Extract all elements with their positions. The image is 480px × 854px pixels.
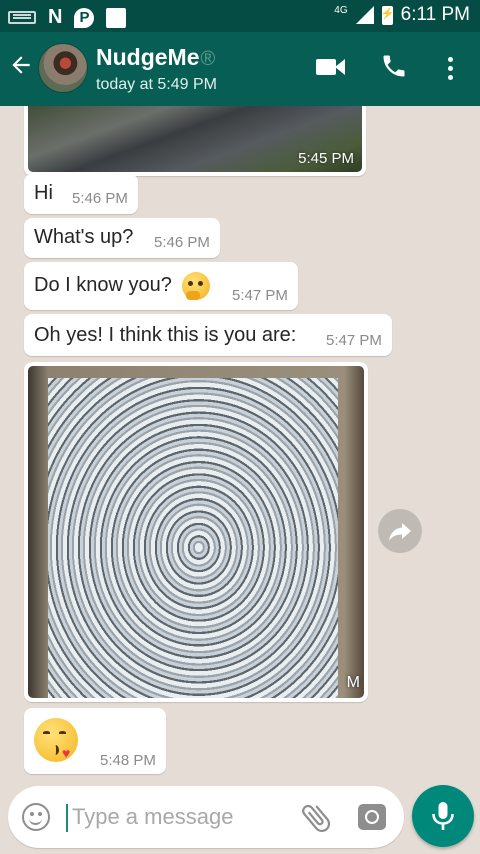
text-message[interactable]: What's up? 5:46 PM <box>24 218 220 258</box>
keyboard-icon <box>8 11 36 24</box>
video-camera-body <box>316 59 336 75</box>
message-text: What's up? <box>34 226 134 248</box>
chat-header: NudgeMe® today at 5:49 PM <box>0 32 480 106</box>
emoji-mouth <box>52 745 59 755</box>
forward-arrow-svg <box>389 523 411 541</box>
mic-button[interactable] <box>412 785 474 847</box>
more-options-icon[interactable] <box>440 52 460 84</box>
message-time: M <box>346 674 360 691</box>
phone-svg <box>383 55 405 77</box>
emoji-icon[interactable] <box>22 803 50 831</box>
last-seen: today at 5:49 PM <box>96 76 217 93</box>
voice-call-icon[interactable] <box>380 52 410 84</box>
camera-icon[interactable] <box>358 804 386 830</box>
network-type: 4G <box>334 4 348 16</box>
back-arrow-icon[interactable] <box>8 52 34 84</box>
n-icon: N <box>48 6 63 28</box>
menu-dot <box>448 66 453 71</box>
text-message[interactable]: Hi 5:46 PM <box>24 174 138 214</box>
message-text: Oh yes! I think this is you are: <box>34 324 297 346</box>
video-camera-lens <box>335 59 345 75</box>
notification-icons: N P <box>8 6 127 29</box>
battery-charging-icon <box>381 5 394 25</box>
registered-mark: ® <box>200 48 216 70</box>
message-time: 5:47 PM <box>232 287 288 304</box>
paperclip-svg <box>302 804 331 833</box>
spiral-image <box>48 378 338 698</box>
forward-icon[interactable] <box>378 509 422 553</box>
message-time: 5:47 PM <box>326 332 382 349</box>
message-input[interactable] <box>72 800 292 834</box>
clock: 6:11 PM <box>400 4 470 25</box>
back-arrow-svg <box>12 56 30 74</box>
menu-dot <box>448 75 453 80</box>
emoji-eye <box>59 731 66 734</box>
message-composer <box>8 786 404 848</box>
message-list[interactable]: 5:45 PM Hi 5:46 PM What's up? 5:46 PM Do… <box>0 106 480 776</box>
message-text: Do I know you? <box>34 274 172 296</box>
square-icon <box>106 7 127 28</box>
message-text: Hi <box>34 182 53 204</box>
message-time: 5:48 PM <box>100 752 156 769</box>
text-cursor <box>66 804 68 832</box>
emoji-heart: ♥ <box>62 745 71 761</box>
parking-icon: P <box>74 7 95 28</box>
message-time: 5:46 PM <box>72 190 128 207</box>
image-message[interactable]: M <box>24 362 368 702</box>
emoji-eye <box>43 731 50 734</box>
message-time: 5:46 PM <box>154 234 210 251</box>
attach-icon[interactable] <box>298 800 334 836</box>
contact-avatar[interactable] <box>38 43 88 93</box>
contact-name-text: NudgeMe <box>96 44 200 70</box>
text-message[interactable]: Do I know you? 5:47 PM <box>24 262 298 310</box>
status-bar: N P 4G 6:11 PM <box>0 0 480 32</box>
image-thumbnail <box>28 366 364 698</box>
text-message[interactable]: Oh yes! I think this is you are: 5:47 PM <box>24 314 392 356</box>
system-icons: 4G 6:11 PM <box>334 4 470 26</box>
contact-name[interactable]: NudgeMe® <box>96 44 215 71</box>
signal-icon <box>355 6 374 24</box>
mic-icon <box>432 802 454 830</box>
face-blowing-kiss-icon: ♥ <box>34 718 78 762</box>
emoji-message[interactable]: ♥ 5:48 PM <box>24 708 166 774</box>
menu-dot <box>448 57 453 62</box>
thinking-face-icon <box>182 272 210 300</box>
video-call-icon[interactable] <box>316 52 348 84</box>
message-time: 5:45 PM <box>298 150 354 167</box>
image-message[interactable]: 5:45 PM <box>24 106 366 176</box>
